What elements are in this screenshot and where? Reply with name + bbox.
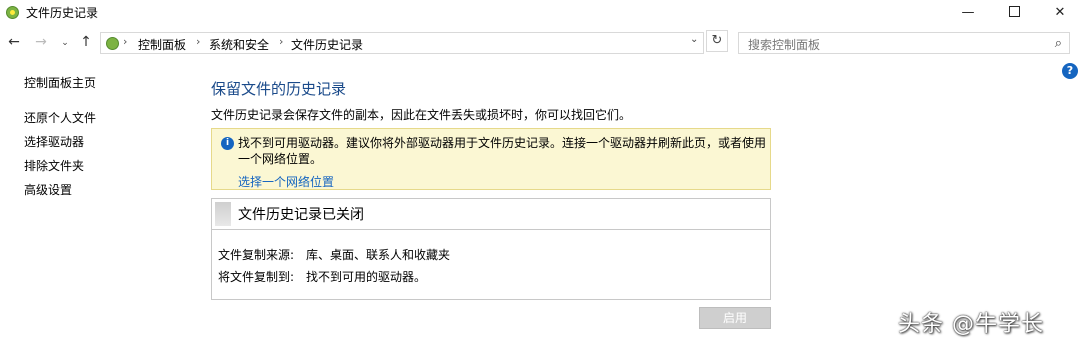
search-icon[interactable]: ⌕: [1055, 36, 1062, 51]
breadcrumb-system-security[interactable]: 系统和安全: [209, 36, 269, 53]
search-placeholder: 搜索控制面板: [748, 38, 821, 52]
sidebar-item-restore-files[interactable]: 还原个人文件: [24, 109, 96, 126]
back-button[interactable]: ←: [5, 34, 23, 50]
copy-destination-value: 找不到可用的驱动器。: [306, 270, 427, 284]
watermark: 头条 @牛学长: [898, 312, 1044, 337]
maximize-button[interactable]: [991, 0, 1037, 25]
status-indicator: [215, 202, 231, 226]
enable-button[interactable]: 启用: [699, 307, 771, 329]
refresh-button[interactable]: ↻: [706, 30, 728, 52]
title-bar: 文件历史记录 — ✕: [0, 0, 1080, 25]
copy-source-value: 库、桌面、联系人和收藏夹: [306, 248, 451, 262]
breadcrumb-separator: ›: [279, 35, 284, 48]
search-input[interactable]: 搜索控制面板 ⌕: [738, 32, 1070, 54]
up-button[interactable]: ↑: [77, 34, 95, 50]
select-network-location-link[interactable]: 选择一个网络位置: [238, 173, 334, 190]
breadcrumb-separator: ›: [196, 35, 201, 48]
sidebar-item-control-panel-home[interactable]: 控制面板主页: [24, 74, 96, 91]
info-icon: i: [221, 137, 234, 150]
file-history-app-icon: [6, 6, 19, 19]
help-icon[interactable]: ?: [1062, 63, 1078, 79]
address-dropdown-icon[interactable]: ⌄: [690, 34, 698, 45]
window-title: 文件历史记录: [26, 6, 99, 20]
page-description: 文件历史记录会保存文件的副本，因此在文件丢失或损坏时，你可以找回它们。: [211, 108, 632, 122]
breadcrumb-control-panel[interactable]: 控制面板: [138, 36, 186, 53]
warning-banner: i 找不到可用驱动器。建议你将外部驱动器用于文件历史记录。连接一个驱动器并刷新此…: [211, 128, 771, 190]
control-panel-icon: [106, 37, 119, 50]
sidebar-item-advanced-settings[interactable]: 高级设置: [24, 181, 72, 198]
sidebar-item-select-drive[interactable]: 选择驱动器: [24, 133, 84, 150]
warning-text: 找不到可用驱动器。建议你将外部驱动器用于文件历史记录。连接一个驱动器并刷新此页，…: [238, 136, 767, 166]
close-button[interactable]: ✕: [1037, 0, 1080, 25]
status-panel: 文件历史记录已关闭 文件复制来源: 库、桌面、联系人和收藏夹 将文件复制到: 找…: [211, 198, 771, 300]
page-title: 保留文件的历史记录: [211, 80, 347, 98]
minimize-button[interactable]: —: [945, 0, 991, 25]
address-bar[interactable]: › 控制面板 › 系统和安全 › 文件历史记录: [100, 32, 704, 54]
copy-destination-label: 将文件复制到:: [218, 270, 295, 284]
status-title: 文件历史记录已关闭: [238, 207, 364, 223]
sidebar-item-exclude-folders[interactable]: 排除文件夹: [24, 157, 84, 174]
breadcrumb-separator: ›: [123, 35, 128, 48]
breadcrumb-file-history[interactable]: 文件历史记录: [291, 36, 363, 53]
copy-source-label: 文件复制来源:: [218, 248, 295, 262]
status-header: 文件历史记录已关闭: [212, 199, 770, 230]
maximize-icon: [1008, 6, 1020, 17]
forward-button[interactable]: →: [32, 34, 50, 50]
recent-locations-icon[interactable]: ⌄: [56, 38, 74, 48]
